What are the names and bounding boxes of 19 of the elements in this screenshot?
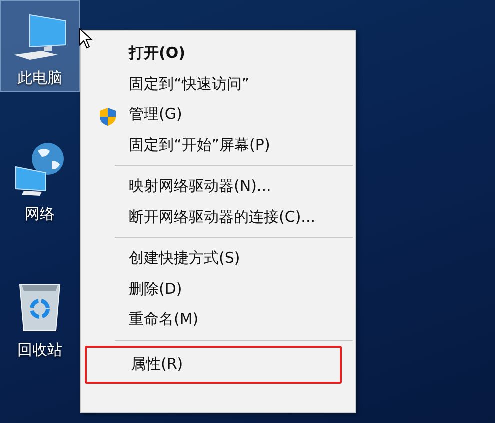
shield-icon <box>99 107 117 127</box>
computer-icon <box>12 13 68 61</box>
menu-item[interactable]: 映射网络驱动器(N)... <box>83 171 353 202</box>
menu-item[interactable]: 创建快捷方式(S) <box>83 243 353 274</box>
menu-item[interactable]: 断开网络驱动器的连接(C)... <box>83 202 353 232</box>
menu-item[interactable]: 属性(R) <box>85 346 342 384</box>
shortcut-label: 回收站 <box>18 341 62 359</box>
menu-item[interactable]: 重命名(M) <box>83 304 353 334</box>
desktop-shortcut[interactable]: 此电脑 <box>0 0 80 92</box>
mouse-pointer-icon <box>79 28 93 50</box>
menu-item[interactable]: 固定到“开始”屏幕(P) <box>83 130 353 160</box>
menu-item[interactable]: 删除(D) <box>83 274 353 304</box>
shortcut-label: 网络 <box>25 205 55 223</box>
menu-item[interactable]: 固定到“快速访问” <box>83 68 353 99</box>
desktop-shortcut[interactable]: 回收站 <box>0 272 80 364</box>
desktop-shortcut[interactable]: 网络 <box>0 136 80 228</box>
shortcut-label: 此电脑 <box>18 69 62 87</box>
menu-item[interactable]: 打开(O) <box>83 38 353 68</box>
menu-item[interactable]: 管理(G) <box>83 99 353 130</box>
